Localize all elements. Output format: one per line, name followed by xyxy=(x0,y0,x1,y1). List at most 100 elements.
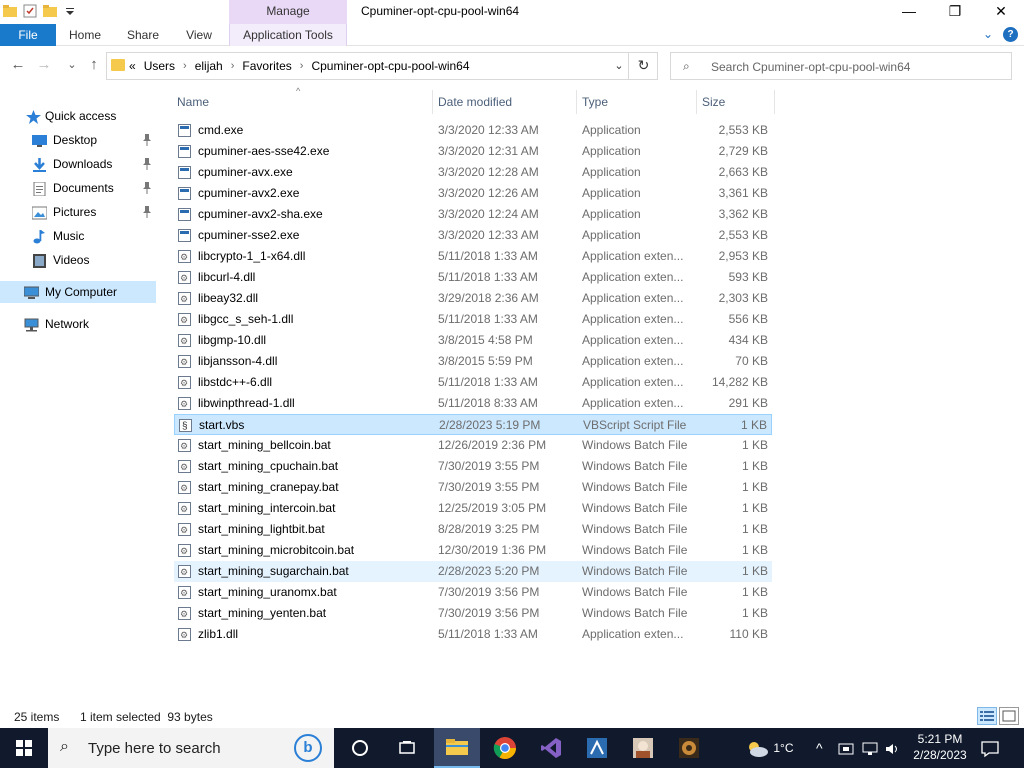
table-row[interactable]: libgmp-10.dll 3/8/2015 4:58 PM Application… xyxy=(174,330,772,352)
nav-item-network[interactable]: Network xyxy=(0,313,156,335)
tab-share[interactable]: Share xyxy=(118,24,168,46)
table-row[interactable]: start_mining_yenten.bat 7/30/2019 3:56 PM… xyxy=(174,603,772,625)
task-view-icon[interactable] xyxy=(384,728,430,768)
table-row[interactable]: cpuminer-avx2-sha.exe 3/3/2020 12:24 AM Ap… xyxy=(174,204,772,225)
table-row[interactable]: libeay32.dll 3/29/2018 2:36 AM Application… xyxy=(174,288,772,310)
table-row[interactable]: start_mining_intercoin.bat 12/25/2019 3:0… xyxy=(174,498,772,520)
tab-file[interactable]: File xyxy=(0,24,56,46)
pin-icon[interactable] xyxy=(142,153,152,179)
table-row[interactable]: start_mining_bellcoin.bat 12/26/2019 2:36… xyxy=(174,435,772,457)
details-view-button[interactable] xyxy=(977,707,997,725)
visual-studio-icon[interactable] xyxy=(528,728,574,768)
table-row[interactable]: cpuminer-aes-sse42.exe 3/3/2020 12:31 AM A… xyxy=(174,141,772,162)
column-header-type[interactable]: Type xyxy=(582,92,608,112)
properties-icon[interactable] xyxy=(22,3,38,19)
recent-locations-button[interactable]: ⌄ xyxy=(62,56,82,76)
expand-ribbon-icon[interactable]: ⌄ xyxy=(983,27,993,42)
close-button[interactable]: ✕ xyxy=(978,0,1024,24)
up-button[interactable]: ↑ xyxy=(84,56,104,76)
customize-qat-icon[interactable] xyxy=(62,3,78,19)
table-row[interactable]: libwinpthread-1.dll 5/11/2018 8:33 AM Appl… xyxy=(174,393,772,415)
nav-item-downloads[interactable]: Downloads xyxy=(0,153,156,175)
table-row[interactable]: cmd.exe 3/3/2020 12:33 AM Application 2,553… xyxy=(174,120,772,141)
table-row[interactable]: libcrypto-1_1-x64.dll 5/11/2018 1:33 AM Ap… xyxy=(174,246,772,268)
pin-icon[interactable] xyxy=(142,129,152,155)
nav-item-documents[interactable]: Documents xyxy=(0,177,156,199)
network-status-icon[interactable] xyxy=(862,728,878,768)
table-row[interactable]: start_mining_microbitcoin.bat 12/30/2019 … xyxy=(174,540,772,562)
application-file-icon xyxy=(178,229,191,242)
table-row[interactable]: start_mining_sugarchain.bat 2/28/2023 5:2… xyxy=(174,561,772,583)
nav-item-my-computer[interactable]: My Computer xyxy=(0,281,156,303)
breadcrumb-elijah[interactable]: elijah xyxy=(195,53,223,79)
table-row[interactable]: libstdc++-6.dll 5/11/2018 1:33 AM Applicat… xyxy=(174,372,772,394)
breadcrumb-separator-icon[interactable]: › xyxy=(231,53,235,79)
table-row[interactable]: start_mining_uranomx.bat 7/30/2019 3:56 P… xyxy=(174,582,772,604)
nav-item-videos[interactable]: Videos xyxy=(0,249,156,271)
new-folder-icon[interactable] xyxy=(42,3,58,19)
taskbar: ⌕ Type here to search b 1°C ^ 5:21 PM 2/… xyxy=(0,728,1024,768)
game-icon-1[interactable] xyxy=(620,728,666,768)
nav-item-desktop[interactable]: Desktop xyxy=(0,129,156,151)
pin-icon[interactable] xyxy=(142,201,152,227)
taskbar-clock[interactable]: 5:21 PM 2/28/2023 xyxy=(904,731,976,763)
file-date-modified: 12/26/2019 2:36 PM xyxy=(438,438,547,452)
large-icons-view-button[interactable] xyxy=(999,707,1019,725)
breadcrumb-separator-icon[interactable]: › xyxy=(300,53,304,79)
column-header-name[interactable]: Name xyxy=(177,92,209,112)
file-name: libeay32.dll xyxy=(198,291,259,305)
table-row[interactable]: start_mining_lightbit.bat 8/28/2019 3:25 … xyxy=(174,519,772,541)
refresh-button[interactable]: ↻ xyxy=(628,52,658,80)
pin-icon[interactable] xyxy=(142,177,152,203)
nav-item-quick-access[interactable]: Quick access xyxy=(0,105,156,127)
column-divider[interactable] xyxy=(576,90,577,114)
weather-widget[interactable]: 1°C xyxy=(744,728,793,768)
security-icon[interactable] xyxy=(838,728,854,768)
breadcrumb-favorites[interactable]: Favorites xyxy=(242,53,291,79)
app-icon[interactable] xyxy=(574,728,620,768)
maximize-button[interactable]: ❐ xyxy=(932,0,978,24)
bing-icon[interactable]: b xyxy=(294,734,322,762)
notification-icon[interactable] xyxy=(980,728,1000,768)
column-divider[interactable] xyxy=(774,90,775,114)
file-explorer-icon[interactable] xyxy=(434,728,480,768)
table-row[interactable]: start_mining_cpuchain.bat 7/30/2019 3:55 … xyxy=(174,456,772,478)
back-button[interactable]: ← xyxy=(8,56,28,76)
breadcrumb-users[interactable]: Users xyxy=(144,53,175,79)
nav-item-pictures[interactable]: Pictures xyxy=(0,201,156,223)
minimize-button[interactable]: — xyxy=(886,0,932,24)
manage-tab[interactable]: Manage xyxy=(229,0,347,24)
table-row[interactable]: start_mining_cranepay.bat 7/30/2019 3:55 … xyxy=(174,477,772,499)
table-row[interactable]: libjansson-4.dll 3/8/2015 5:59 PM Applicat… xyxy=(174,351,772,373)
nav-item-music[interactable]: Music xyxy=(0,225,156,247)
column-divider[interactable] xyxy=(696,90,697,114)
breadcrumb-current-folder[interactable]: Cpuminer-opt-cpu-pool-win64 xyxy=(311,53,469,79)
table-row[interactable]: start.vbs 2/28/2023 5:19 PM VBScript Scrip… xyxy=(174,414,772,437)
game-icon-2[interactable] xyxy=(666,728,712,768)
taskbar-search-box[interactable]: ⌕ Type here to search b xyxy=(48,728,334,768)
table-row[interactable]: cpuminer-avx.exe 3/3/2020 12:28 AM Applica… xyxy=(174,162,772,183)
address-bar[interactable]: « Users › elijah › Favorites › Cpuminer-… xyxy=(106,52,658,80)
table-row[interactable]: zlib1.dll 5/11/2018 1:33 AM Application ex… xyxy=(174,624,772,646)
chrome-icon[interactable] xyxy=(482,728,528,768)
table-row[interactable]: cpuminer-sse2.exe 3/3/2020 12:33 AM Applic… xyxy=(174,225,772,246)
column-divider[interactable] xyxy=(432,90,433,114)
start-button[interactable] xyxy=(0,728,48,768)
breadcrumb-overflow[interactable]: « xyxy=(129,53,136,79)
search-input[interactable]: ⌕ Search Cpuminer-opt-cpu-pool-win64 xyxy=(670,52,1012,80)
help-icon[interactable]: ? xyxy=(1003,27,1018,42)
cortana-icon[interactable] xyxy=(337,728,383,768)
volume-icon[interactable] xyxy=(884,728,900,768)
column-header-date[interactable]: Date modified xyxy=(438,92,512,112)
table-row[interactable]: libcurl-4.dll 5/11/2018 1:33 AM Applicatio… xyxy=(174,267,772,289)
table-row[interactable]: libgcc_s_seh-1.dll 5/11/2018 1:33 AM Appli… xyxy=(174,309,772,331)
breadcrumb-separator-icon[interactable]: › xyxy=(183,53,187,79)
show-hidden-icons-icon[interactable]: ^ xyxy=(816,728,823,768)
folder-icon[interactable] xyxy=(2,3,18,19)
table-row[interactable]: cpuminer-avx2.exe 3/3/2020 12:26 AM Applic… xyxy=(174,183,772,204)
column-header-size[interactable]: Size xyxy=(702,92,725,112)
tab-view[interactable]: View xyxy=(176,24,222,46)
tab-application-tools[interactable]: Application Tools xyxy=(229,24,347,46)
tab-home[interactable]: Home xyxy=(60,24,110,46)
forward-button[interactable]: → xyxy=(34,56,54,76)
